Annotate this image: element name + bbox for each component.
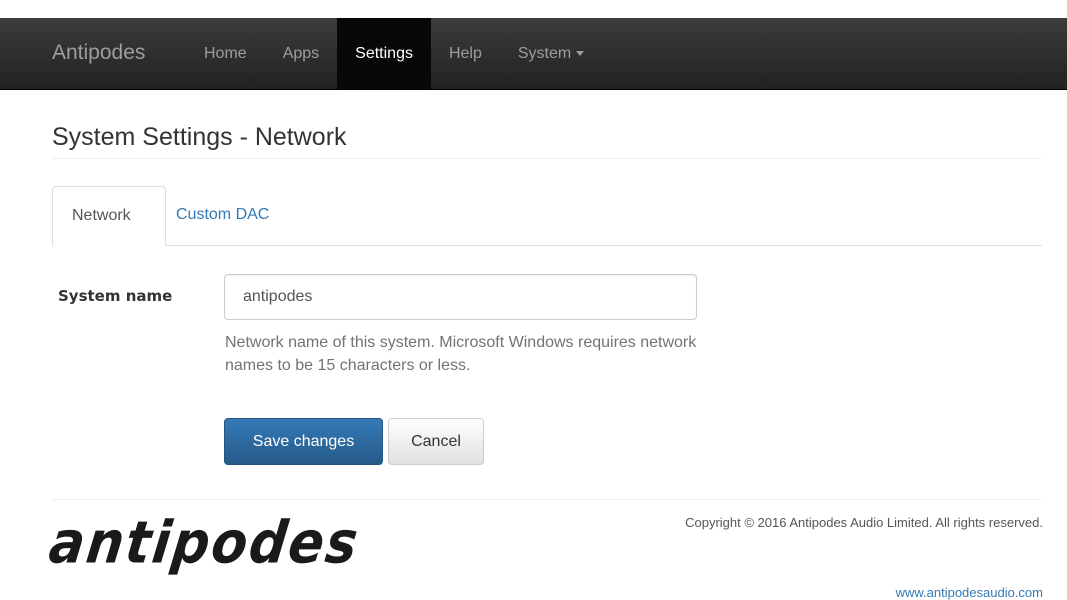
cancel-button[interactable]: Cancel xyxy=(388,418,484,465)
copyright-text: Copyright © 2016 Antipodes Audio Limited… xyxy=(685,515,1043,530)
nav-item-system-label: System xyxy=(517,45,572,62)
system-name-input[interactable] xyxy=(224,274,697,320)
settings-tabs: Network Custom DAC xyxy=(52,186,1042,246)
nav-item-system-dropdown[interactable]: System xyxy=(500,18,602,89)
footer-divider xyxy=(52,499,1042,500)
nav-item-help[interactable]: Help xyxy=(431,18,500,89)
page-title: System Settings - Network xyxy=(52,123,347,151)
nav-item-settings[interactable]: Settings xyxy=(337,18,431,89)
nav-item-home[interactable]: Home xyxy=(186,18,265,89)
top-navbar: Antipodes Home Apps Settings Help System xyxy=(0,0,1067,90)
caret-down-icon xyxy=(576,51,585,57)
save-changes-button[interactable]: Save changes xyxy=(224,418,383,465)
system-name-help-text: Network name of this system. Microsoft W… xyxy=(225,334,697,374)
nav-item-apps[interactable]: Apps xyxy=(265,18,337,89)
system-name-label: System name xyxy=(58,287,173,305)
antipodes-logo: antipodes xyxy=(45,510,364,578)
nav-menu: Home Apps Settings Help System xyxy=(186,18,602,89)
website-link[interactable]: www.antipodesaudio.com xyxy=(896,585,1043,600)
navbar-brand[interactable]: Antipodes xyxy=(52,41,145,65)
title-divider xyxy=(52,158,1042,159)
tab-network[interactable]: Network xyxy=(52,186,166,246)
tab-custom-dac[interactable]: Custom DAC xyxy=(176,186,269,245)
